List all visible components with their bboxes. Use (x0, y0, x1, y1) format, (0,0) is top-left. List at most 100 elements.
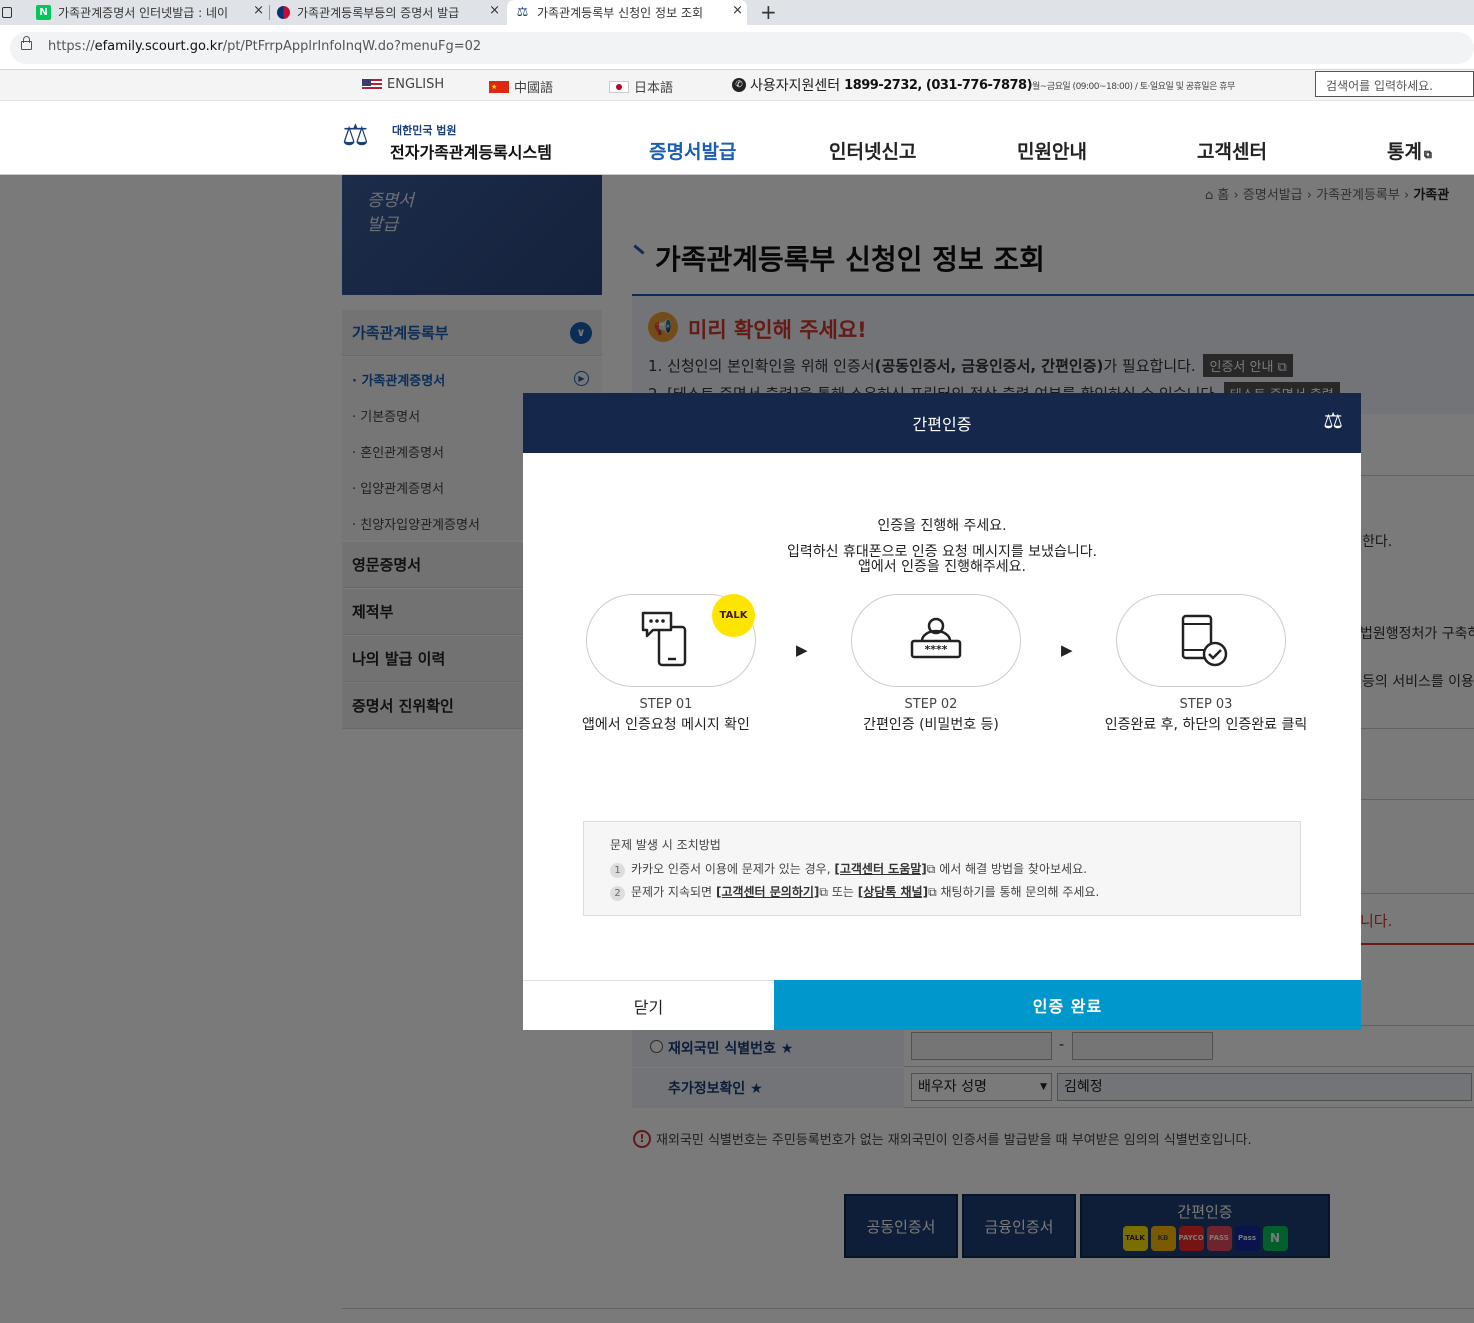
lang-chinese[interactable]: ★ 中國語 (489, 77, 553, 96)
sidebar-sub-marriage-cert[interactable]: · 혼인관계증명서 (352, 442, 444, 461)
url-prefix: https:// (48, 39, 95, 54)
relation-select[interactable]: 배우자 성명 ▼ (911, 1073, 1052, 1101)
inquiry-link[interactable]: [고객센터 문의하기] (716, 885, 819, 899)
breadcrumb: ⌂ 홈 › 증명서발급 › 가족관계등록부 › 가족관 (1205, 188, 1450, 203)
breadcrumb-item[interactable]: 증명서발급 (1243, 188, 1303, 203)
search-input[interactable]: 검색어를 입력하세요. (1315, 71, 1474, 97)
cert-guide-button[interactable]: 인증서 안내 ⧉ (1203, 354, 1293, 377)
court-logo-icon: ⚖ (1323, 409, 1343, 434)
close-button[interactable]: 닫기 (523, 980, 774, 1030)
test-print-button[interactable]: 테스트 증명서 출력 (1223, 382, 1340, 393)
browser-tab-1[interactable]: N 가족관계증명서 인터넷발급 : 네이 × (30, 0, 268, 25)
password-user-icon: **** (910, 617, 962, 659)
browser-tab-3[interactable]: ⚖ 가족관계등록부 신청인 정보 조회 × (507, 0, 747, 25)
support-hours: 월~금요일 (09:00~18:00) / 토·일요일 및 공휴일은 휴무 (1032, 81, 1235, 92)
breadcrumb-item[interactable]: 가족관 (1413, 188, 1449, 203)
lang-english[interactable]: ENGLISH (362, 77, 444, 92)
joint-cert-button[interactable]: 공동인증서 (844, 1194, 958, 1258)
gnb-customer-center[interactable]: 고객센터 (1197, 137, 1267, 164)
url-path: /pt/PtFrrpApplrInfoInqW.do?menuFg=02 (222, 39, 482, 54)
financial-cert-button[interactable]: 금융인증서 (962, 1194, 1076, 1258)
lang-label: 日本語 (634, 81, 674, 96)
window-menu-icon[interactable] (2, 7, 12, 18)
sub-label: 기본증명서 (360, 410, 421, 425)
simple-auth-label: 간편인증 (1177, 1203, 1233, 1221)
kb-icon: KB (1150, 1226, 1176, 1251)
gnb-certificate[interactable]: 증명서발급 (649, 137, 736, 164)
notice-line-2: 2. [테스트 증명서 출력]을 통해 소유하신 프린터의 정상 출력 여부를 … (648, 382, 1340, 393)
chat-channel-link[interactable]: [상담톡 채널] (858, 885, 928, 899)
tab-title: 가족관계증명서 인터넷발급 : 네이 (58, 6, 229, 20)
sidebar-group-family[interactable]: 가족관계등록부 ∨ (342, 310, 602, 356)
china-flag-icon: ★ (489, 80, 509, 93)
warning-text: 재외국민 식별번호는 주민등록번호가 없는 재외국민이 인증서를 발급받을 때 … (656, 1133, 1252, 1148)
site-logo[interactable]: ⚖ 대한민국 법원 전자가족관계등록시스템 (342, 118, 557, 162)
sidebar-sub-adoption-cert[interactable]: · 입양관계증명서 (352, 478, 444, 497)
external-link-icon: ⧉ (928, 885, 937, 899)
number-badge: 1 (610, 863, 625, 878)
breadcrumb-item[interactable]: 홈 (1217, 188, 1229, 203)
label-text: 재외국민 식별번호 (668, 1041, 776, 1057)
step-desc: 간편인증 (비밀번호 등) (863, 717, 999, 733)
step-2-circle: **** (851, 594, 1021, 687)
step-arrow-icon: ▶ (1061, 641, 1073, 659)
help-text: 문제가 지속되면 (631, 885, 713, 899)
help-line-2: 2 문제가 지속되면 [고객센터 문의하기]⧉ 또는 [상담톡 채널]⧉ 채팅하기… (610, 883, 1099, 901)
form-row-foreign-id: 재외국민 식별번호 ★ - (632, 1027, 1474, 1067)
url-field[interactable]: https://efamily.scourt.go.kr/pt/PtFrrpAp… (10, 32, 1474, 64)
naver-icon: N (1262, 1226, 1288, 1251)
sidebar-sub-family-cert[interactable]: · 가족관계증명서 (352, 370, 445, 389)
step-3-label: STEP 03 인증완료 후, 하단의 인증완료 클릭 (1086, 695, 1326, 735)
close-icon[interactable]: × (489, 3, 500, 18)
help-box: 문제 발생 시 조치방법 1 카카오 인증서 이용에 문제가 있는 경우, [고객… (583, 821, 1301, 916)
lang-label: 中國語 (514, 81, 554, 96)
us-flag-canton (362, 78, 371, 86)
site-header: ⚖ 대한민국 법원 전자가족관계등록시스템 증명서발급 인터넷신고 민원안내 고… (0, 101, 1474, 175)
phone-chat-icon (641, 611, 687, 667)
foreign-id-radio[interactable] (650, 1040, 663, 1053)
body-text-fragment: 등의 서비스를 이용하 (1362, 674, 1474, 690)
close-icon[interactable]: × (253, 3, 264, 18)
breadcrumb-item[interactable]: 가족관계등록부 (1316, 188, 1400, 203)
modal-header: 간편인증 ⚖ (523, 393, 1361, 453)
notice-text: 1. 신청인의 본인확인을 위해 인증서 (648, 357, 875, 375)
warning-line: ! 재외국민 식별번호는 주민등록번호가 없는 재외국민이 인증서를 발급받을 … (633, 1129, 1252, 1148)
help-text: 채팅하기를 통해 문의해 주세요. (940, 885, 1100, 899)
lock-shackle (23, 36, 30, 43)
us-flag-icon (362, 78, 382, 91)
sidebar-sub-basic-cert[interactable]: · 기본증명서 (352, 406, 420, 425)
intro-line-1: 인증을 진행해 주세요. (877, 518, 1007, 534)
auth-complete-button[interactable]: 인증 완료 (774, 980, 1361, 1030)
sidebar-sub-full-adoption-cert[interactable]: · 친양자입양관계증명서 (352, 514, 480, 533)
phone-icon: ✆ (732, 78, 746, 92)
help-text: 또는 (831, 885, 854, 899)
notice-text-bold: (공동인증서, 금융인증서, 간편인증) (874, 357, 1104, 375)
help-center-link[interactable]: [고객센터 도움말] (834, 862, 926, 876)
label-text: 추가정보확인 (668, 1081, 746, 1097)
notice-text: 가 필요합니다. (1103, 357, 1196, 375)
kakao-icon: TALK (1122, 1226, 1148, 1251)
browser-tab-2[interactable]: 가족관계등록부등의 증명서 발급 × (272, 0, 504, 25)
gnb-civil-guide[interactable]: 민원안내 (1017, 137, 1087, 164)
help-text: 카카오 인증서 이용에 문제가 있는 경우, (631, 862, 831, 876)
step-number: STEP 02 (904, 697, 958, 712)
step-desc: 앱에서 인증요청 메시지 확인 (582, 717, 750, 733)
simple-auth-button[interactable]: 간편인증 TALK KB PAYCO PASS Pass N (1080, 1194, 1330, 1258)
korea-flag-icon (277, 6, 290, 19)
foreign-id-field-2[interactable] (1072, 1032, 1213, 1060)
new-tab-button[interactable]: + (760, 0, 777, 24)
tab-divider (269, 5, 270, 20)
sub-label: 친양자입양관계증명서 (360, 518, 480, 533)
gnb-internet-report[interactable]: 인터넷신고 (829, 137, 916, 164)
logo-top: 대한민국 법원 (392, 124, 457, 137)
megaphone-icon: 📢 (648, 312, 678, 342)
url-domain: efamily.scourt.go.kr (94, 39, 223, 54)
foreign-id-field-1[interactable] (911, 1032, 1052, 1060)
gnb-statistics[interactable]: 통계 ⧉ (1387, 137, 1432, 164)
relation-name-input[interactable]: 김혜정 (1057, 1073, 1472, 1101)
lang-japanese[interactable]: 日本語 (609, 77, 673, 96)
close-icon[interactable]: × (732, 3, 743, 18)
form-label: 재외국민 식별번호 ★ (668, 1038, 793, 1058)
step-3-circle (1116, 594, 1286, 687)
title-mark-icon (633, 244, 645, 255)
